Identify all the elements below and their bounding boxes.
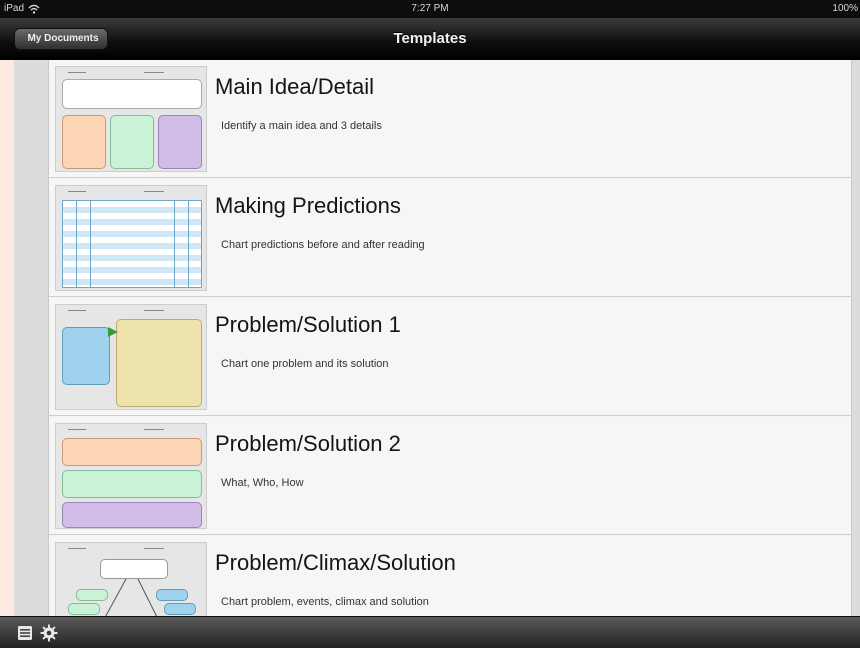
template-thumbnail — [55, 542, 207, 616]
navigation-bar: Templates My Documents — [0, 18, 860, 60]
template-title: Problem/Solution 2 — [215, 431, 401, 456]
battery-label: 100% — [832, 3, 858, 14]
template-title: Problem/Climax/Solution — [215, 550, 456, 575]
template-description: What, Who, How — [221, 477, 304, 489]
template-thumbnail — [55, 66, 207, 172]
template-row-main-idea-detail[interactable]: Main Idea/Detail Identify a main idea an… — [49, 60, 851, 178]
template-row-problem-solution-1[interactable]: Problem/Solution 1 Chart one problem and… — [49, 298, 851, 416]
list-icon[interactable] — [16, 624, 34, 642]
gear-icon[interactable] — [40, 624, 58, 642]
template-description: Identify a main idea and 3 details — [221, 120, 382, 132]
template-description: Chart predictions before and after readi… — [221, 239, 425, 251]
template-list[interactable]: Main Idea/Detail Identify a main idea an… — [48, 60, 852, 616]
template-description: Chart one problem and its solution — [221, 358, 389, 370]
my-documents-back-button[interactable]: My Documents — [14, 28, 108, 50]
clock: 7:27 PM — [411, 3, 449, 14]
template-description: Chart problem, events, climax and soluti… — [221, 596, 429, 608]
template-row-problem-solution-2[interactable]: Problem/Solution 2 What, Who, How — [49, 417, 851, 535]
template-thumbnail — [55, 304, 207, 410]
template-thumbnail — [55, 185, 207, 291]
template-row-problem-climax-solution[interactable]: Problem/Climax/Solution Chart problem, e… — [49, 536, 851, 616]
arrow-icon — [108, 327, 118, 337]
page-title: Templates — [393, 30, 467, 47]
template-title: Main Idea/Detail — [215, 74, 374, 99]
template-row-making-predictions[interactable]: Making Predictions Chart predictions bef… — [49, 179, 851, 297]
status-bar: iPad 7:27 PM 100% — [0, 0, 860, 18]
template-title: Making Predictions — [215, 193, 401, 218]
content-area: Main Idea/Detail Identify a main idea an… — [14, 60, 860, 616]
bottom-toolbar — [0, 616, 860, 648]
template-thumbnail — [55, 423, 207, 529]
template-title: Problem/Solution 1 — [215, 312, 401, 337]
